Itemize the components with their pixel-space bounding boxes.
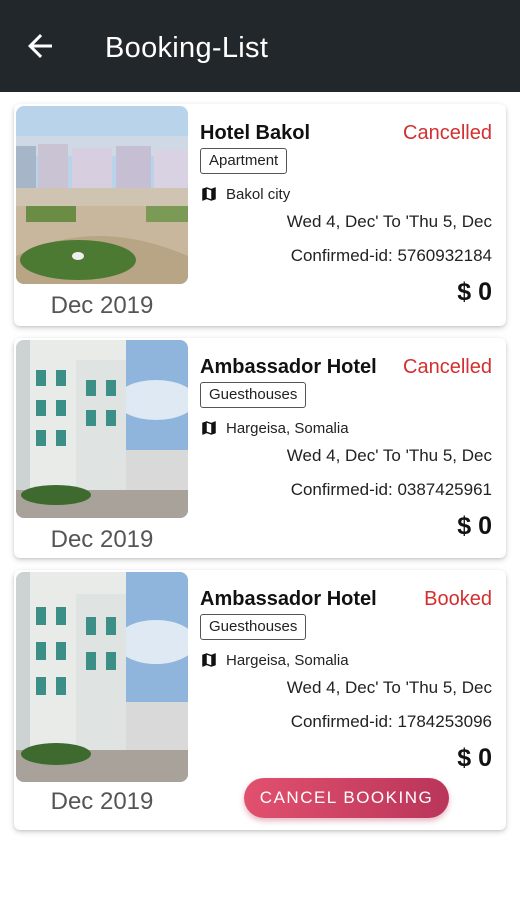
location-text: Hargeisa, Somalia bbox=[226, 419, 349, 437]
stay-dates: Wed 4, Dec' To 'Thu 5, Dec bbox=[286, 446, 492, 465]
map-icon bbox=[202, 187, 216, 201]
stay-dates: Wed 4, Dec' To 'Thu 5, Dec bbox=[286, 678, 492, 697]
location-text: Bakol city bbox=[226, 185, 291, 203]
status-badge: Cancelled bbox=[403, 356, 492, 378]
confirmation-id: Confirmed-id: 0387425961 bbox=[290, 480, 492, 499]
cancel-booking-button[interactable]: CANCEL BOOKING bbox=[244, 778, 449, 818]
hotel-image bbox=[16, 106, 188, 284]
category-chip: Guesthouses bbox=[200, 614, 307, 640]
back-button[interactable] bbox=[22, 28, 58, 64]
booking-card[interactable]: Dec 2019 Ambassador Hotel Cancelled Gues… bbox=[14, 338, 506, 558]
arrow-left-icon bbox=[28, 34, 52, 58]
map-icon bbox=[202, 653, 216, 667]
booking-month: Dec 2019 bbox=[50, 788, 154, 815]
status-badge: Cancelled bbox=[403, 122, 492, 144]
page-title: Booking-List bbox=[105, 32, 269, 64]
price: $ 0 bbox=[457, 278, 492, 306]
category-chip: Guesthouses bbox=[200, 382, 307, 408]
category-chip: Apartment bbox=[200, 148, 288, 174]
stay-dates: Wed 4, Dec' To 'Thu 5, Dec bbox=[286, 212, 492, 231]
hotel-name: Ambassador Hotel bbox=[200, 588, 377, 610]
hotel-name: Hotel Bakol bbox=[200, 122, 311, 144]
location: Hargeisa, Somalia bbox=[200, 419, 349, 437]
price: $ 0 bbox=[457, 744, 492, 772]
confirmation-id: Confirmed-id: 1784253096 bbox=[290, 712, 492, 731]
location-text: Hargeisa, Somalia bbox=[226, 651, 349, 669]
confirmation-id: Confirmed-id: 5760932184 bbox=[290, 246, 492, 265]
app-bar: Booking-List bbox=[0, 0, 520, 92]
price: $ 0 bbox=[457, 512, 492, 540]
booking-card[interactable]: Dec 2019 Ambassador Hotel Booked Guestho… bbox=[14, 570, 506, 830]
location: Bakol city bbox=[200, 185, 290, 203]
location: Hargeisa, Somalia bbox=[200, 651, 349, 669]
map-icon bbox=[202, 421, 216, 435]
hotel-image bbox=[16, 572, 188, 782]
hotel-image bbox=[16, 340, 188, 518]
booking-card[interactable]: Dec 2019 Hotel Bakol Cancelled Apartment… bbox=[14, 104, 506, 326]
hotel-name: Ambassador Hotel bbox=[200, 356, 377, 378]
booking-month: Dec 2019 bbox=[50, 526, 154, 553]
status-badge: Booked bbox=[424, 588, 492, 610]
booking-month: Dec 2019 bbox=[50, 292, 154, 319]
